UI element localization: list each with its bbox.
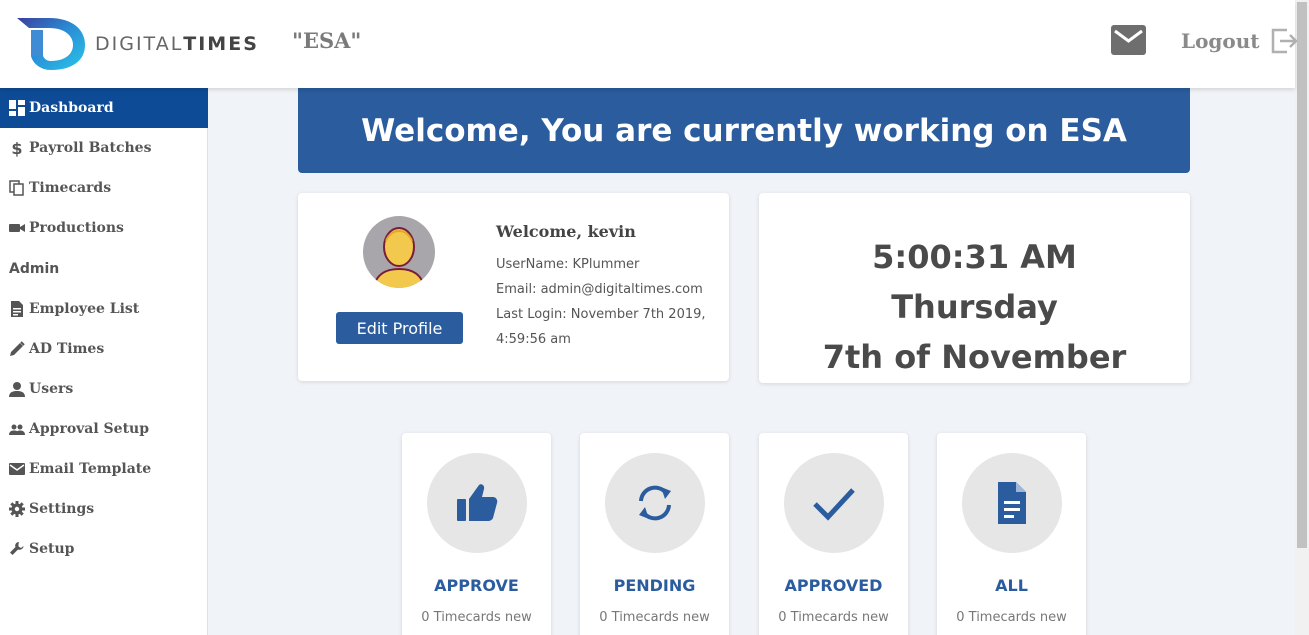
banner-text: Welcome, You are currently working on ES… (361, 112, 1127, 149)
people-icon (8, 420, 26, 438)
username-text: UserName: KPlummer (496, 257, 640, 272)
logo-d-icon (17, 18, 85, 70)
approve-card[interactable]: APPROVE 0 Timecards new (402, 433, 551, 635)
sidebar-item-label: Dashboard (29, 100, 114, 116)
thumbs-up-icon (457, 484, 498, 521)
profile-card: Edit Profile Welcome, kevin UserName: KP… (298, 193, 729, 381)
logout-button[interactable]: Logout (1181, 26, 1298, 56)
sidebar-item-approval-setup[interactable]: Approval Setup (0, 409, 208, 449)
welcome-user-heading: Welcome, kevin (496, 222, 636, 241)
file-icon (998, 482, 1026, 524)
mail-button[interactable] (1111, 25, 1146, 55)
sidebar-item-label: Timecards (29, 180, 112, 196)
pencil-icon (8, 340, 26, 358)
sidebar-item-label: Users (29, 381, 74, 397)
approved-count: 0 Timecards new (778, 610, 889, 625)
sidebar-item-label: AD Times (29, 341, 105, 357)
approve-icon-circle (427, 453, 527, 553)
all-count: 0 Timecards new (956, 610, 1067, 625)
sidebar-item-payroll-batches[interactable]: $ Payroll Batches (0, 128, 208, 168)
envelope-icon (1111, 25, 1146, 55)
last-login-text: Last Login: November 7th 2019, (496, 307, 706, 322)
sidebar-item-label: Productions (29, 220, 124, 236)
sidebar-item-setup[interactable]: Setup (0, 529, 208, 569)
last-login-time-text: 4:59:56 am (496, 332, 571, 347)
approved-title: APPROVED (784, 576, 883, 595)
approve-title: APPROVE (434, 576, 519, 595)
sidebar-item-email-template[interactable]: Email Template (0, 449, 208, 489)
sidebar-item-label: Payroll Batches (29, 140, 152, 156)
document-icon (8, 300, 26, 318)
pending-card[interactable]: PENDING 0 Timecards new (580, 433, 729, 635)
sidebar: Dashboard $ Payroll Batches Timecards Pr… (0, 88, 208, 635)
checkmark-icon (813, 488, 855, 521)
sidebar-item-timecards[interactable]: Timecards (0, 168, 208, 208)
sidebar-item-label: Employee List (29, 301, 140, 317)
wrench-icon (8, 540, 26, 558)
approve-count: 0 Timecards new (421, 610, 532, 625)
avatar (363, 216, 435, 288)
approved-icon-circle (784, 453, 884, 553)
sidebar-item-label: Settings (29, 501, 95, 517)
pending-icon-circle (605, 453, 705, 553)
sync-icon (639, 485, 671, 521)
sidebar-item-settings[interactable]: Settings (0, 489, 208, 529)
sidebar-item-ad-times[interactable]: AD Times (0, 329, 208, 369)
sidebar-item-label: Approval Setup (29, 421, 150, 437)
copy-icon (8, 179, 26, 197)
admin-section-heading: Admin (9, 261, 60, 277)
sidebar-item-users[interactable]: Users (0, 369, 208, 409)
digitaltimes-logo[interactable]: DIGITALTIMES (15, 16, 275, 72)
gear-icon (8, 500, 26, 518)
approved-card[interactable]: APPROVED 0 Timecards new (759, 433, 908, 635)
client-name: "ESA" (292, 28, 362, 53)
envelope-icon (8, 460, 26, 478)
sidebar-item-employee-list[interactable]: Employee List (0, 289, 208, 329)
edit-profile-button[interactable]: Edit Profile (336, 312, 463, 344)
sidebar-item-productions[interactable]: Productions (0, 208, 208, 248)
dashboard-icon (8, 99, 26, 117)
all-title: ALL (995, 576, 1028, 595)
clock-day: Thursday (891, 288, 1058, 326)
clock-time: 5:00:31 AM (872, 238, 1077, 276)
sidebar-item-dashboard[interactable]: Dashboard (0, 88, 208, 128)
logo-text: DIGITALTIMES (95, 33, 259, 55)
top-header: DIGITALTIMES "ESA" Logout (0, 0, 1298, 88)
all-icon-circle (962, 453, 1062, 553)
logout-label: Logout (1181, 29, 1260, 53)
welcome-banner: Welcome, You are currently working on ES… (298, 88, 1190, 173)
clock-date: 7th of November (822, 338, 1127, 376)
all-card[interactable]: ALL 0 Timecards new (937, 433, 1086, 635)
pending-title: PENDING (613, 576, 696, 595)
page-scrollbar-thumb[interactable] (1297, 2, 1307, 548)
video-camera-icon (8, 219, 26, 237)
clock-card: 5:00:31 AM Thursday 7th of November (759, 193, 1190, 383)
sidebar-item-label: Setup (29, 541, 75, 557)
email-text: Email: admin@digitaltimes.com (496, 282, 703, 297)
dollar-icon: $ (11, 138, 23, 158)
pending-count: 0 Timecards new (599, 610, 710, 625)
person-icon (8, 380, 26, 398)
logout-icon (1271, 28, 1298, 54)
sidebar-item-label: Email Template (29, 461, 152, 477)
